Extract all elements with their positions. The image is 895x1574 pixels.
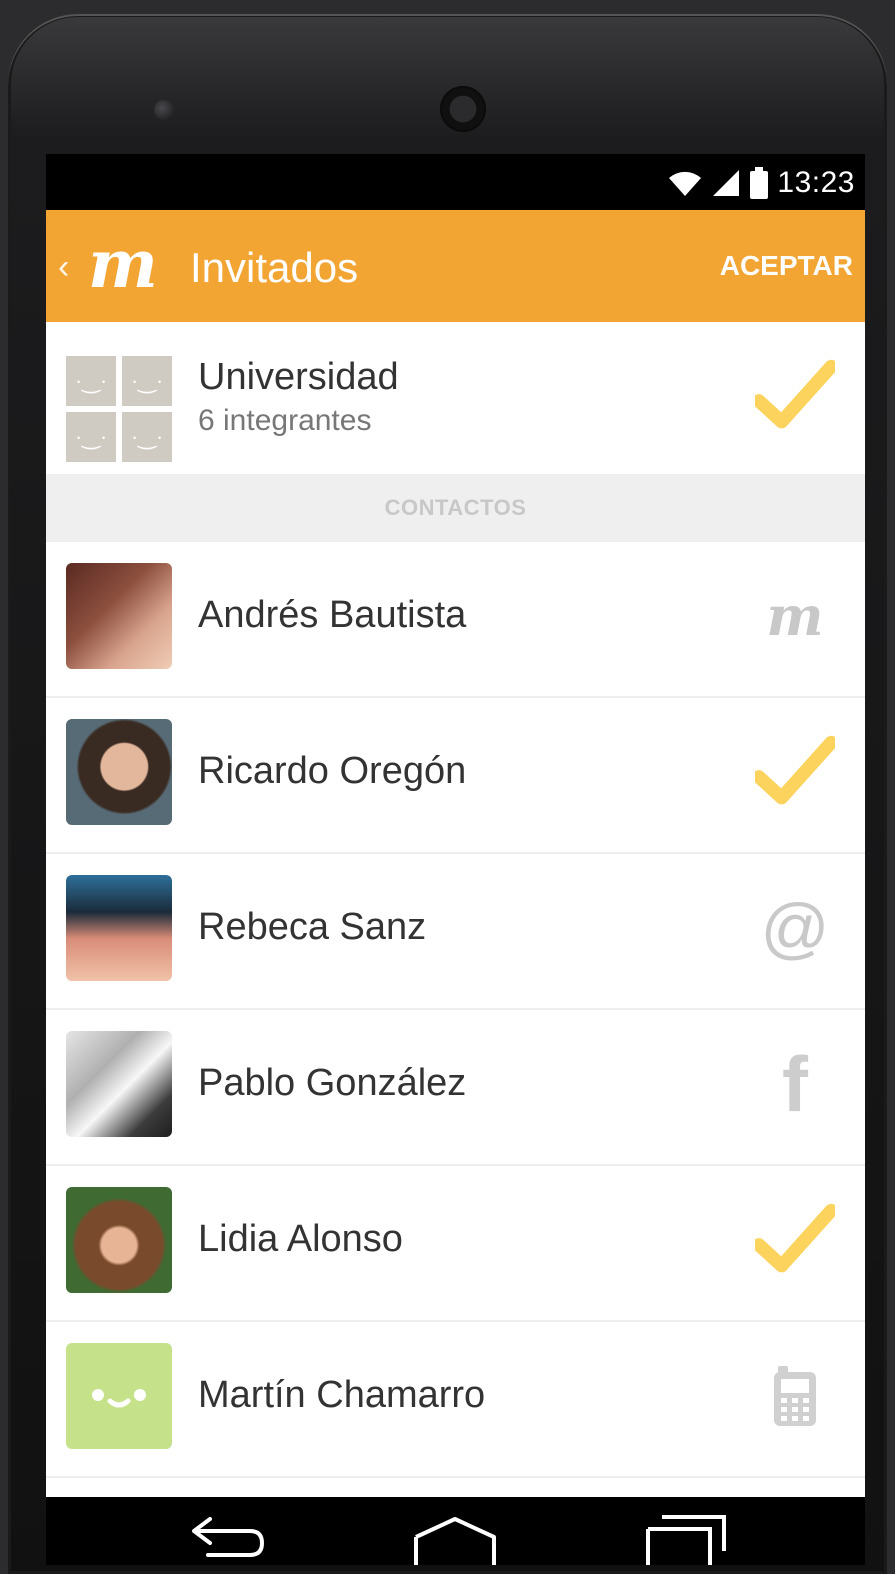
facebook-icon: f bbox=[782, 1039, 808, 1128]
signal-icon bbox=[713, 170, 740, 196]
check-icon[interactable] bbox=[755, 1200, 835, 1280]
group-member-count: 6 integrantes bbox=[198, 404, 372, 437]
check-icon[interactable] bbox=[755, 732, 835, 812]
smiley-icon bbox=[92, 1389, 146, 1408]
status-time: 13:23 bbox=[777, 166, 855, 199]
check-icon[interactable] bbox=[755, 356, 835, 436]
battery-icon bbox=[750, 167, 769, 199]
contact-row[interactable]: Rebeca Sanz @ bbox=[46, 854, 865, 1010]
contact-row[interactable]: Lidia Alonso bbox=[46, 1166, 865, 1322]
avatar bbox=[66, 563, 172, 669]
contact-row[interactable]: Andrés Bautista m bbox=[46, 542, 865, 698]
accept-button[interactable]: ACEPTAR bbox=[720, 250, 853, 282]
avatar bbox=[66, 1343, 172, 1449]
smiley-icon: ·‿· bbox=[74, 368, 108, 393]
back-chevron-icon[interactable]: ‹ bbox=[58, 248, 69, 287]
contact-name: Martín Chamarro bbox=[198, 1374, 486, 1416]
phone-icon bbox=[755, 1356, 835, 1436]
earpiece-speaker bbox=[440, 86, 486, 132]
smiley-icon: ·‿· bbox=[130, 424, 164, 449]
contact-name: Ricardo Oregón bbox=[198, 750, 467, 792]
smiley-icon: ·‿· bbox=[130, 368, 164, 393]
at-icon: @ bbox=[760, 890, 830, 966]
group-avatar: ·‿· ·‿· ·‿· ·‿· bbox=[66, 356, 172, 462]
screen: 13:23 ‹ m Invitados ACEPTAR ·‿· ·‿· ·‿· … bbox=[46, 154, 865, 1565]
contact-row[interactable]: Pablo González f bbox=[46, 1010, 865, 1166]
contact-row[interactable]: Martín Chamarro bbox=[46, 1322, 865, 1478]
page-title: Invitados bbox=[190, 244, 359, 291]
group-row[interactable]: ·‿· ·‿· ·‿· ·‿· Universidad 6 integrante… bbox=[46, 322, 865, 474]
status-bar: 13:23 bbox=[46, 154, 865, 210]
contact-name: Pablo González bbox=[198, 1062, 467, 1104]
avatar bbox=[66, 1187, 172, 1293]
app-logo: m bbox=[88, 225, 158, 303]
smiley-icon: ·‿· bbox=[74, 424, 108, 449]
avatar bbox=[66, 719, 172, 825]
section-header-contacts: CONTACTOS bbox=[46, 474, 865, 542]
avatar bbox=[66, 875, 172, 981]
group-name: Universidad bbox=[198, 356, 399, 398]
contact-name: Rebeca Sanz bbox=[198, 906, 427, 948]
front-sensor bbox=[154, 100, 174, 120]
navigation-bar bbox=[46, 1497, 865, 1565]
back-nav-icon[interactable] bbox=[188, 1515, 268, 1561]
home-nav-icon[interactable] bbox=[412, 1515, 498, 1565]
app-bar: ‹ m Invitados ACEPTAR bbox=[46, 210, 865, 322]
avatar bbox=[66, 1031, 172, 1137]
m-logo-icon: m bbox=[766, 584, 824, 648]
wifi-icon bbox=[669, 171, 702, 196]
contact-name: Andrés Bautista bbox=[198, 594, 467, 636]
contact-row[interactable]: Ricardo Oregón bbox=[46, 698, 865, 854]
recent-apps-nav-icon[interactable] bbox=[644, 1513, 728, 1565]
contact-name: Lidia Alonso bbox=[198, 1218, 403, 1260]
